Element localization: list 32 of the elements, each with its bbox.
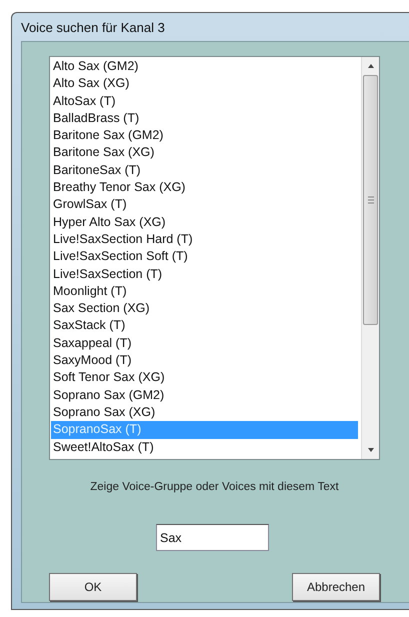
- voice-list-item[interactable]: Soprano Sax (XG): [51, 404, 361, 422]
- ok-button[interactable]: OK: [49, 573, 137, 601]
- voice-list-item[interactable]: Soprano Sax (GM2): [51, 386, 361, 404]
- window-title: Voice suchen für Kanal 3: [21, 20, 165, 34]
- voice-list-item[interactable]: AltoSax (T): [51, 92, 361, 110]
- voice-list-item[interactable]: BalladBrass (T): [51, 110, 361, 128]
- voice-list-item[interactable]: Sax Section (XG): [51, 300, 361, 318]
- voice-list-item[interactable]: Breathy Tenor Sax (XG): [51, 179, 361, 196]
- voice-list-item[interactable]: Alto Sax (GM2): [51, 58, 361, 76]
- voice-list-item[interactable]: Live!SaxSection (T): [51, 266, 361, 283]
- voice-list-item[interactable]: Baritone Sax (XG): [51, 144, 361, 162]
- voice-list-item[interactable]: GrowlSax (T): [51, 196, 361, 214]
- scrollbar-thumb[interactable]: [363, 75, 378, 325]
- voice-list-item[interactable]: SaxStack (T): [51, 317, 361, 335]
- voice-list-item[interactable]: Live!SaxSection Hard (T): [51, 230, 361, 248]
- voice-list-item[interactable]: SaxyMood (T): [51, 352, 361, 370]
- filter-input[interactable]: Sax: [156, 524, 269, 551]
- voice-list-item[interactable]: BaritoneSax (T): [51, 162, 361, 180]
- voice-list-item[interactable]: Saxappeal (T): [51, 334, 361, 352]
- voice-list-item[interactable]: Soft Tenor Sax (XG): [51, 369, 361, 387]
- voice-list-item[interactable]: Moonlight (T): [51, 282, 361, 300]
- scroll-up-icon[interactable]: [366, 63, 374, 69]
- voice-list-item[interactable]: Sweet!AltoSax (T): [51, 438, 361, 456]
- voice-list-item[interactable]: Alto Sax (XG): [51, 75, 361, 93]
- cancel-button[interactable]: Abbrechen: [292, 573, 380, 601]
- voice-list-item[interactable]: Baritone Sax (GM2): [51, 127, 361, 144]
- voice-list-item[interactable]: Hyper Alto Sax (XG): [51, 214, 361, 231]
- scrollbar[interactable]: [361, 57, 379, 459]
- scroll-down-icon[interactable]: [366, 447, 374, 453]
- voice-list-item[interactable]: Live!SaxSection Soft (T): [51, 248, 361, 266]
- grip-icon: [368, 196, 374, 204]
- filter-label: Zeige Voice-Gruppe oder Voices mit diesem Text: [89, 481, 340, 493]
